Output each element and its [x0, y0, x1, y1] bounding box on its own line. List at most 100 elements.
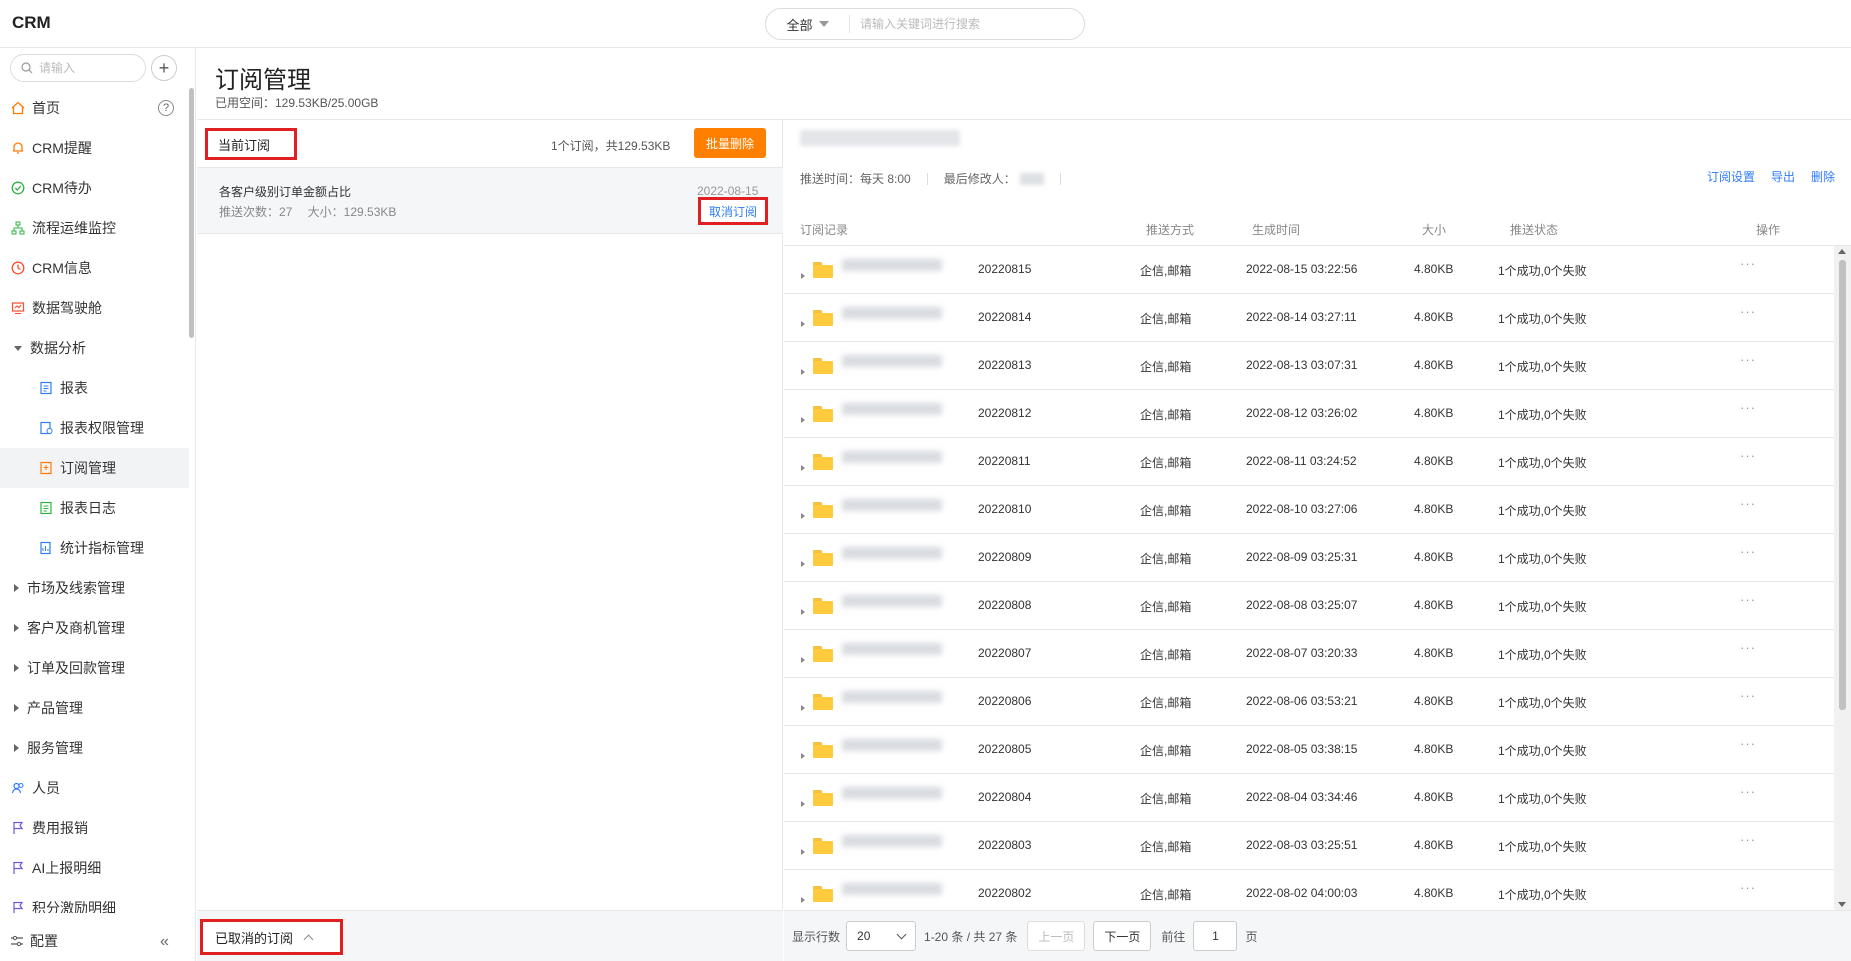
expand-row-icon[interactable]	[801, 849, 805, 855]
prev-page-button[interactable]: 上一页	[1027, 921, 1086, 951]
table-row[interactable]: 20220812 企信,邮箱 2022-08-12 03:26:02 4.80KB 1个…	[784, 390, 1834, 438]
more-actions-icon[interactable]: ···	[1740, 688, 1756, 703]
table-row[interactable]: 20220807 企信,邮箱 2022-08-07 03:20:33 4.80KB 1个…	[784, 630, 1834, 678]
more-actions-icon[interactable]: ···	[1740, 448, 1756, 463]
sidebar-item-report-permissions[interactable]: 报表权限管理	[0, 408, 189, 448]
expand-row-icon[interactable]	[801, 705, 805, 711]
subscription-settings-link[interactable]: 订阅设置	[1707, 168, 1755, 185]
sidebar-search-input[interactable]	[39, 61, 139, 75]
generated-time: 2022-08-10 03:27:06	[1246, 502, 1358, 516]
expand-row-icon[interactable]	[801, 897, 805, 903]
table-row[interactable]: 20220808 企信,邮箱 2022-08-08 03:25:07 4.80KB 1个…	[784, 582, 1834, 630]
table-row[interactable]: 20220804 企信,邮箱 2022-08-04 03:34:46 4.80KB 1个…	[784, 774, 1834, 822]
search-input[interactable]	[860, 17, 1070, 31]
table-row[interactable]: 20220810 企信,邮箱 2022-08-10 03:27:06 4.80KB 1个…	[784, 486, 1834, 534]
sidebar-config[interactable]: 配置 «	[0, 921, 196, 961]
sidebar-item-products[interactable]: 产品管理	[0, 688, 189, 728]
scroll-down-icon[interactable]	[1838, 902, 1846, 907]
bulk-delete-button[interactable]: 批量删除	[694, 128, 766, 158]
sidebar-item-crm-todo[interactable]: CRM待办	[0, 168, 189, 208]
table-row[interactable]: 20220814 企信,邮箱 2022-08-14 03:27:11 4.80KB 1个…	[784, 294, 1834, 342]
sidebar-item-market-leads[interactable]: 市场及线索管理	[0, 568, 189, 608]
expand-row-icon[interactable]	[801, 657, 805, 663]
expand-row-icon[interactable]	[801, 609, 805, 615]
metric-icon	[38, 540, 54, 556]
sidebar-item-reports[interactable]: 报表	[0, 368, 189, 408]
table-row[interactable]: 20220805 企信,邮箱 2022-08-05 03:38:15 4.80KB 1个…	[784, 726, 1834, 774]
sidebar-item-orders[interactable]: 订单及回款管理	[0, 648, 189, 688]
sidebar-item-metrics[interactable]: 统计指标管理	[0, 528, 189, 568]
table-row[interactable]: 20220806 企信,邮箱 2022-08-06 03:53:21 4.80KB 1个…	[784, 678, 1834, 726]
search-scope-select[interactable]: 全部	[766, 15, 850, 33]
export-link[interactable]: 导出	[1771, 168, 1795, 185]
more-actions-icon[interactable]: ···	[1740, 256, 1756, 271]
sidebar-item-customers[interactable]: 客户及商机管理	[0, 608, 189, 648]
expand-row-icon[interactable]	[801, 321, 805, 327]
expand-row-icon[interactable]	[801, 417, 805, 423]
more-actions-icon[interactable]: ···	[1740, 496, 1756, 511]
help-icon[interactable]: ?	[158, 100, 174, 116]
sidebar-item-subscriptions[interactable]: 订阅管理	[0, 448, 189, 488]
more-actions-icon[interactable]: ···	[1740, 304, 1756, 319]
record-name-redacted	[842, 499, 942, 511]
sidebar-item-people[interactable]: 人员	[0, 768, 189, 808]
sidebar-item-data-analysis[interactable]: 数据分析	[0, 328, 189, 368]
next-page-button[interactable]: 下一页	[1093, 921, 1152, 951]
add-icon[interactable]: +	[151, 55, 177, 81]
sidebar-item-crm-reminder[interactable]: CRM提醒	[0, 128, 189, 168]
sidebar-item-report-log[interactable]: 报表日志	[0, 488, 189, 528]
subscription-item[interactable]: 各客户级别订单金额占比 推送次数：27 大小：129.53KB 2022-08-…	[197, 168, 783, 234]
more-actions-icon[interactable]: ···	[1740, 736, 1756, 751]
table-row[interactable]: 20220813 企信,邮箱 2022-08-13 03:07:31 4.80KB 1个…	[784, 342, 1834, 390]
sidebar-item-services[interactable]: 服务管理	[0, 728, 189, 768]
tab-current-subscriptions[interactable]: 当前订阅	[205, 128, 297, 160]
cancel-subscription-button[interactable]: 取消订阅	[698, 197, 768, 225]
sidebar-item-expenses[interactable]: 费用报销	[0, 808, 189, 848]
cancelled-subscriptions-toggle[interactable]: 已取消的订阅	[200, 919, 343, 955]
more-actions-icon[interactable]: ···	[1740, 640, 1756, 655]
expand-row-icon[interactable]	[801, 753, 805, 759]
sidebar-item-data-cockpit[interactable]: 数据驾驶舱	[0, 288, 189, 328]
more-actions-icon[interactable]: ···	[1740, 832, 1756, 847]
column-header-method: 推送方式	[1146, 223, 1195, 237]
caret-right-icon	[14, 624, 19, 632]
table-row[interactable]: 20220811 企信,邮箱 2022-08-11 03:24:52 4.80KB 1个…	[784, 438, 1834, 486]
more-actions-icon[interactable]: ···	[1740, 784, 1756, 799]
more-actions-icon[interactable]: ···	[1740, 352, 1756, 367]
expand-row-icon[interactable]	[801, 465, 805, 471]
more-actions-icon[interactable]: ···	[1740, 592, 1756, 607]
table-row[interactable]: 20220803 企信,邮箱 2022-08-03 03:25:51 4.80KB 1个…	[784, 822, 1834, 870]
sidebar-item-process-monitor[interactable]: 流程运维监控	[0, 208, 189, 248]
table-row[interactable]: 20220809 企信,邮箱 2022-08-09 03:25:31 4.80KB 1个…	[784, 534, 1834, 582]
more-actions-icon[interactable]: ···	[1740, 880, 1756, 895]
expand-row-icon[interactable]	[801, 369, 805, 375]
collapse-sidebar-icon[interactable]: «	[160, 933, 169, 951]
folder-icon	[813, 406, 833, 422]
sidebar-item-label: 产品管理	[27, 700, 83, 716]
scroll-up-icon[interactable]	[1838, 249, 1846, 254]
push-status: 1个成功,0个失败	[1498, 264, 1587, 278]
sidebar-item-points[interactable]: 积分激励明细	[0, 888, 189, 913]
goto-page-input[interactable]: 1	[1193, 921, 1238, 951]
more-actions-icon[interactable]: ···	[1740, 400, 1756, 415]
sidebar-item-home[interactable]: 首页 ?	[0, 88, 189, 128]
table-row[interactable]: 20220802 企信,邮箱 2022-08-02 04:00:03 4.80KB 1个…	[784, 870, 1834, 910]
sidebar-item-label: AI上报明细	[32, 860, 102, 876]
expand-row-icon[interactable]	[801, 273, 805, 279]
expand-row-icon[interactable]	[801, 801, 805, 807]
sidebar-search[interactable]	[10, 54, 146, 82]
page-size-select[interactable]: 20	[846, 921, 917, 951]
rows-per-page-label: 显示行数	[792, 929, 841, 944]
app-logo[interactable]: CRM	[12, 13, 51, 33]
table-row[interactable]: 20220815 企信,邮箱 2022-08-15 03:22:56 4.80KB 1个…	[784, 246, 1834, 294]
scrollbar-thumb[interactable]	[1839, 260, 1846, 710]
sidebar-scrollbar[interactable]	[189, 88, 194, 338]
sidebar-item-crm-info[interactable]: CRM信息	[0, 248, 189, 288]
detail-actions: 订阅设置 导出 删除	[1707, 168, 1835, 185]
table-scrollbar[interactable]	[1834, 246, 1851, 910]
expand-row-icon[interactable]	[801, 513, 805, 519]
sidebar-item-ai-report[interactable]: AI上报明细	[0, 848, 189, 888]
more-actions-icon[interactable]: ···	[1740, 544, 1756, 559]
delete-link[interactable]: 删除	[1811, 168, 1835, 185]
expand-row-icon[interactable]	[801, 561, 805, 567]
